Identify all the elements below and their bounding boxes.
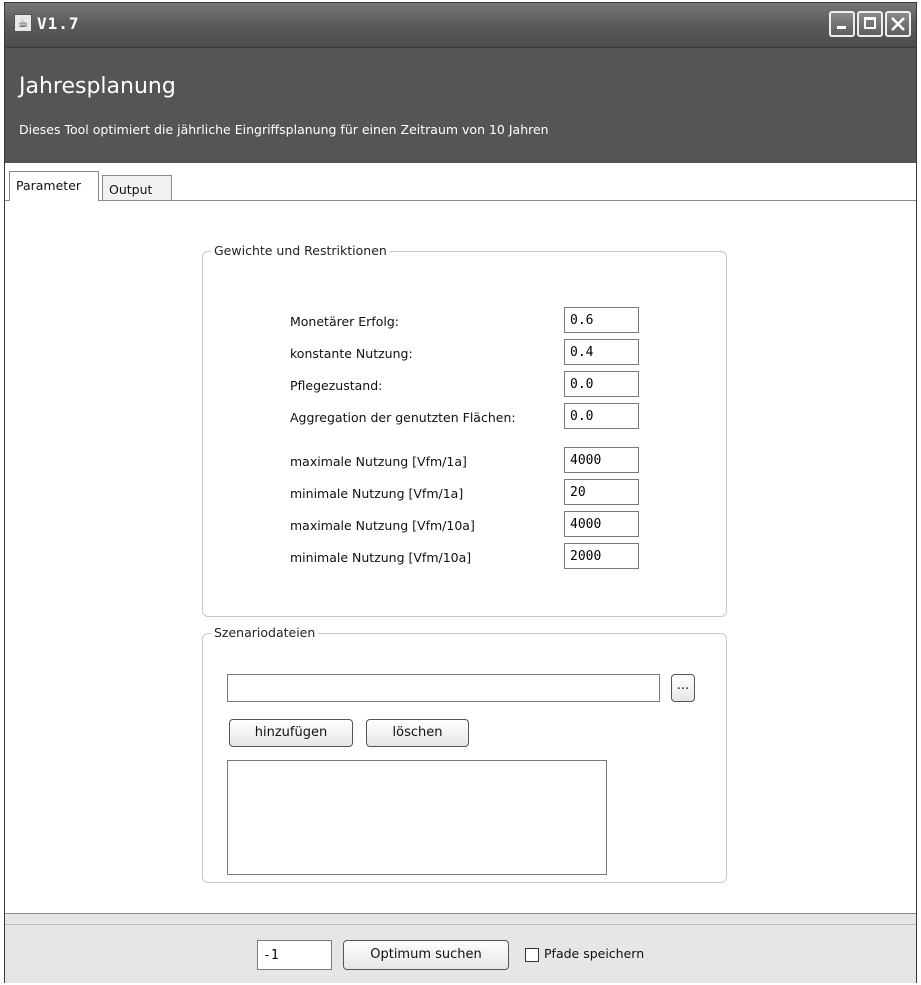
max-usage-1a-field[interactable]	[564, 447, 639, 473]
weights-group: Gewichte und Restriktionen Monetärer Erf…	[202, 243, 727, 617]
java-cup-icon: ☕	[14, 14, 32, 32]
optimum-search-button[interactable]: Optimum suchen	[343, 940, 509, 970]
scenario-path-input[interactable]	[227, 674, 660, 702]
tab-output[interactable]: Output	[102, 175, 172, 201]
monetary-success-field[interactable]	[564, 307, 639, 333]
max-usage-10a-field[interactable]	[564, 511, 639, 537]
min-usage-10a-label: minimale Nutzung [Vfm/10a]	[290, 550, 472, 565]
scenario-files-group-title: Szenariodateien	[211, 625, 319, 640]
application-window: ☕ V1.7 Jahresplanung Dieses Tool optimie…	[4, 2, 917, 983]
save-paths-label[interactable]: Pfade speichern	[544, 946, 644, 961]
close-icon	[891, 17, 905, 31]
weights-group-title: Gewichte und Restriktionen	[211, 243, 390, 258]
save-paths-checkbox[interactable]	[525, 948, 539, 962]
max-usage-1a-label: maximale Nutzung [Vfm/1a]	[290, 454, 467, 469]
min-usage-10a-field[interactable]	[564, 543, 639, 569]
monetary-success-label: Monetärer Erfolg:	[290, 314, 399, 329]
maximize-button[interactable]	[857, 11, 883, 37]
scenario-file-list[interactable]	[227, 760, 607, 875]
page-description: Dieses Tool optimiert die jährliche Eing…	[19, 122, 549, 137]
maximize-icon	[864, 17, 876, 29]
minimize-icon	[837, 26, 846, 29]
header-banner: Jahresplanung Dieses Tool optimiert die …	[5, 48, 916, 163]
constant-usage-label: konstante Nutzung:	[290, 346, 413, 361]
close-button[interactable]	[885, 11, 911, 37]
care-condition-field[interactable]	[564, 371, 639, 397]
bottom-toolbar-inner: Optimum suchen Pfade speichern	[5, 924, 916, 983]
delete-file-button[interactable]: löschen	[366, 719, 469, 747]
tab-divider	[5, 200, 916, 201]
minimize-button[interactable]	[829, 11, 855, 37]
max-usage-10a-label: maximale Nutzung [Vfm/10a]	[290, 518, 475, 533]
min-usage-1a-label: minimale Nutzung [Vfm/1a]	[290, 486, 464, 501]
iterations-input[interactable]	[257, 940, 332, 970]
tab-pane: Parameter Output Gewichte und Restriktio…	[5, 163, 916, 913]
min-usage-1a-field[interactable]	[564, 479, 639, 505]
constant-usage-field[interactable]	[564, 339, 639, 365]
page-title: Jahresplanung	[19, 74, 176, 99]
tab-parameter[interactable]: Parameter	[9, 171, 99, 201]
window-title: V1.7	[37, 14, 80, 33]
aggregation-label: Aggregation der genutzten Flächen:	[290, 410, 516, 425]
add-file-button[interactable]: hinzufügen	[229, 719, 353, 747]
browse-button[interactable]: ...	[671, 674, 695, 702]
scenario-files-group: Szenariodateien ... hinzufügen löschen	[202, 625, 727, 883]
aggregation-field[interactable]	[564, 403, 639, 429]
care-condition-label: Pflegezustand:	[290, 378, 383, 393]
title-bar[interactable]: ☕ V1.7	[5, 3, 916, 48]
bottom-toolbar: Optimum suchen Pfade speichern	[5, 913, 916, 983]
